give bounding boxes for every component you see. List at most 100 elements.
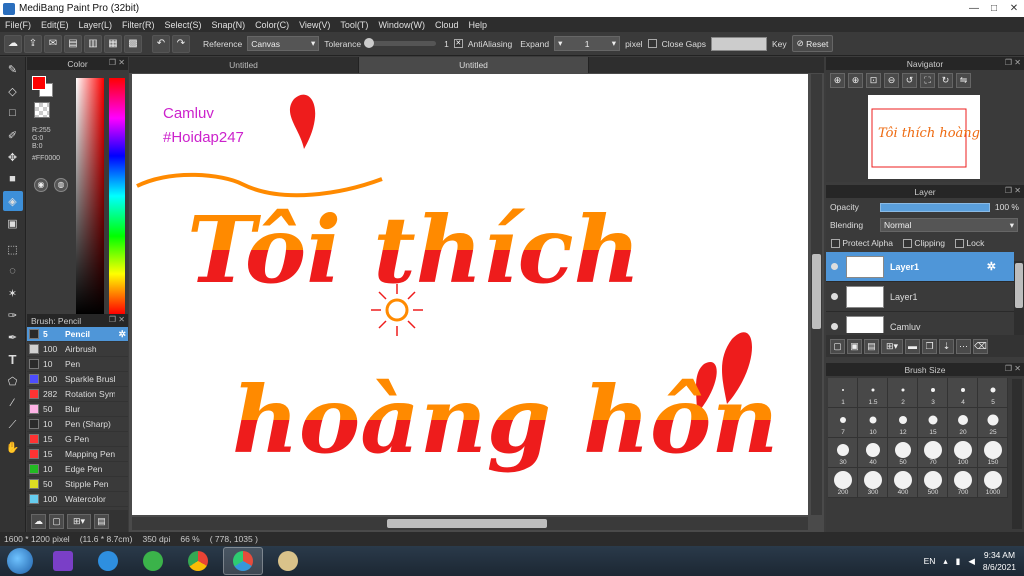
menu-cloud[interactable]: Cloud xyxy=(430,20,464,30)
canvas-horizontal-scrollbar[interactable] xyxy=(132,517,808,530)
brush-size-cell[interactable]: 2 xyxy=(888,378,918,408)
saturation-value-picker[interactable] xyxy=(76,78,104,314)
windows-start-icon[interactable] xyxy=(7,548,33,574)
upload-icon[interactable]: ⇪ xyxy=(24,34,42,53)
lock-checkbox[interactable] xyxy=(955,239,965,249)
brush-item[interactable]: 15 Mapping Pen xyxy=(27,447,128,462)
brush-size-cell[interactable]: 30 xyxy=(828,438,858,468)
duplicate-layer-icon[interactable]: ❐ xyxy=(922,338,937,354)
menu-file[interactable]: File(F) xyxy=(0,20,36,30)
menu-edit[interactable]: Edit(E) xyxy=(36,20,74,30)
volume-icon[interactable]: ◀ xyxy=(968,556,975,567)
tab-untitled-2[interactable]: Untitled xyxy=(359,57,589,73)
layer-scrollbar[interactable] xyxy=(1014,261,1024,336)
move-tool-icon[interactable]: ✥ xyxy=(3,147,23,167)
cloud-brush-icon[interactable]: ☁ xyxy=(31,513,46,529)
menu-filter[interactable]: Filter(R) xyxy=(117,20,160,30)
gear-icon[interactable]: ✲ xyxy=(987,260,996,273)
brush-size-cell[interactable]: 700 xyxy=(948,468,978,498)
clipping-checkbox[interactable] xyxy=(902,239,912,249)
panel-close-icon[interactable]: ❐ ✕ xyxy=(1005,58,1021,67)
brush-item[interactable]: 10 Pen (Sharp) xyxy=(27,417,128,432)
brush-item[interactable]: 100 Airbrush xyxy=(27,342,128,357)
new-brush-icon[interactable]: ▢ xyxy=(49,513,64,529)
layer-item[interactable]: Layer1 xyxy=(826,282,1014,312)
trash-icon[interactable]: ⌫ xyxy=(973,338,988,354)
eye-icon[interactable] xyxy=(831,263,838,270)
eye-icon[interactable] xyxy=(831,323,838,330)
menu-select[interactable]: Select(S) xyxy=(160,20,207,30)
brush-size-cell[interactable]: 500 xyxy=(918,468,948,498)
taskbar-coccoc[interactable] xyxy=(133,547,173,575)
folder-icon[interactable]: ▬ xyxy=(905,338,920,354)
tray-chevron-icon[interactable]: ▴ xyxy=(943,556,947,567)
menu-help[interactable]: Help xyxy=(463,20,492,30)
tab-untitled-1[interactable]: Untitled xyxy=(129,57,359,73)
menu-layer[interactable]: Layer(L) xyxy=(74,20,118,30)
layer-item[interactable]: Camluv xyxy=(826,312,1014,333)
rectangle-tool-icon[interactable]: □ xyxy=(3,103,23,123)
brush-size-cell[interactable]: 5 xyxy=(978,378,1008,408)
canvas-paper[interactable]: Camluv #Hoidap247 Tôi thích hoàng hôn xyxy=(132,74,808,515)
brush-size-cell[interactable]: 4 xyxy=(948,378,978,408)
close-button[interactable]: ✕ xyxy=(1004,3,1024,14)
new-8bit-layer-icon[interactable]: ▤ xyxy=(864,338,879,354)
brush-size-cell[interactable]: 70 xyxy=(918,438,948,468)
brush-size-cell[interactable]: 100 xyxy=(948,438,978,468)
taskbar-internet-explorer[interactable] xyxy=(88,547,128,575)
new-halftone-layer-icon[interactable]: ▣ xyxy=(847,338,862,354)
select-eraser-tool-icon[interactable]: ✒ xyxy=(3,327,23,347)
network-icon[interactable]: ▮ xyxy=(956,556,961,567)
close-gaps-field[interactable] xyxy=(710,36,767,51)
eyedropper-tool-icon[interactable]: ⁄ xyxy=(3,393,23,413)
grid-icon[interactable]: ▩ xyxy=(124,34,142,53)
brush-size-cell[interactable]: 50 xyxy=(888,438,918,468)
brush-size-cell[interactable]: 300 xyxy=(858,468,888,498)
brush-item[interactable]: 50 Blur xyxy=(27,402,128,417)
taskbar-visual-studio[interactable] xyxy=(43,547,83,575)
brush-item[interactable]: 50 Stipple Pen xyxy=(27,477,128,492)
brush-size-cell[interactable]: 150 xyxy=(978,438,1008,468)
taskbar-chrome[interactable] xyxy=(178,547,218,575)
bucket-tool-icon[interactable]: ◈ xyxy=(2,191,23,211)
brush-size-cell[interactable]: 1.5 xyxy=(858,378,888,408)
opacity-slider[interactable] xyxy=(880,203,990,212)
protect-alpha-checkbox[interactable] xyxy=(831,239,840,249)
minimize-button[interactable]: — xyxy=(964,3,984,14)
panel-close-icon[interactable]: ❐ ✕ xyxy=(1005,364,1021,373)
maximize-button[interactable]: □ xyxy=(984,3,1004,14)
brush-size-cell[interactable]: 200 xyxy=(828,468,858,498)
canvas-vertical-scrollbar[interactable] xyxy=(811,74,822,515)
layer-item-active[interactable]: Layer1 ✲ xyxy=(826,252,1014,282)
reference-select[interactable]: Canvas ▾ xyxy=(247,36,320,51)
operation-tool-icon[interactable]: ⬠ xyxy=(3,371,23,391)
layer-menu-icon[interactable]: ⋯ xyxy=(956,338,971,354)
menu-color[interactable]: Color(C) xyxy=(250,20,294,30)
zoom-in-icon[interactable]: ⊕ xyxy=(830,72,845,88)
taskbar-paint[interactable] xyxy=(268,547,308,575)
brush-item[interactable]: 5 Pencil ✲ xyxy=(27,327,128,342)
document-icon[interactable]: ▥ xyxy=(84,34,102,53)
add-layer-menu-icon[interactable]: ⊞▾ xyxy=(881,338,903,354)
brush-item[interactable]: 282 Rotation Symmetry xyxy=(27,387,128,402)
canvas-artwork[interactable]: Camluv #Hoidap247 Tôi thích hoàng hôn xyxy=(132,74,808,515)
brush-item[interactable]: 10 Edge Pen xyxy=(27,462,128,477)
brush-size-cell[interactable]: 7 xyxy=(828,408,858,438)
brush-size-cell[interactable]: 10 xyxy=(858,408,888,438)
scrollbar-thumb[interactable] xyxy=(1015,263,1023,308)
flip-icon[interactable]: ⇋ xyxy=(956,72,971,88)
reset-button[interactable]: ⊘ Reset xyxy=(791,35,834,52)
merge-layer-icon[interactable]: ⇣ xyxy=(939,338,954,354)
menu-window[interactable]: Window(W) xyxy=(373,20,430,30)
fill-shape-tool-icon[interactable]: ■ xyxy=(3,169,23,189)
brush-size-cell[interactable]: 1 xyxy=(828,378,858,408)
layers-icon[interactable]: ▦ xyxy=(104,34,122,53)
brush-item[interactable]: 100 Watercolor xyxy=(27,492,128,507)
clock[interactable]: 9:34 AM 8/6/2021 xyxy=(983,549,1016,573)
navigator-thumbnail[interactable]: Tôi thích hoàng hôn xyxy=(868,95,1009,179)
transparent-swatch[interactable] xyxy=(34,102,50,118)
brush-size-cell[interactable]: 3 xyxy=(918,378,948,408)
scrollbar-thumb[interactable] xyxy=(812,254,821,329)
eye-icon[interactable] xyxy=(831,293,838,300)
select-pen-tool-icon[interactable]: ✑ xyxy=(3,305,23,325)
